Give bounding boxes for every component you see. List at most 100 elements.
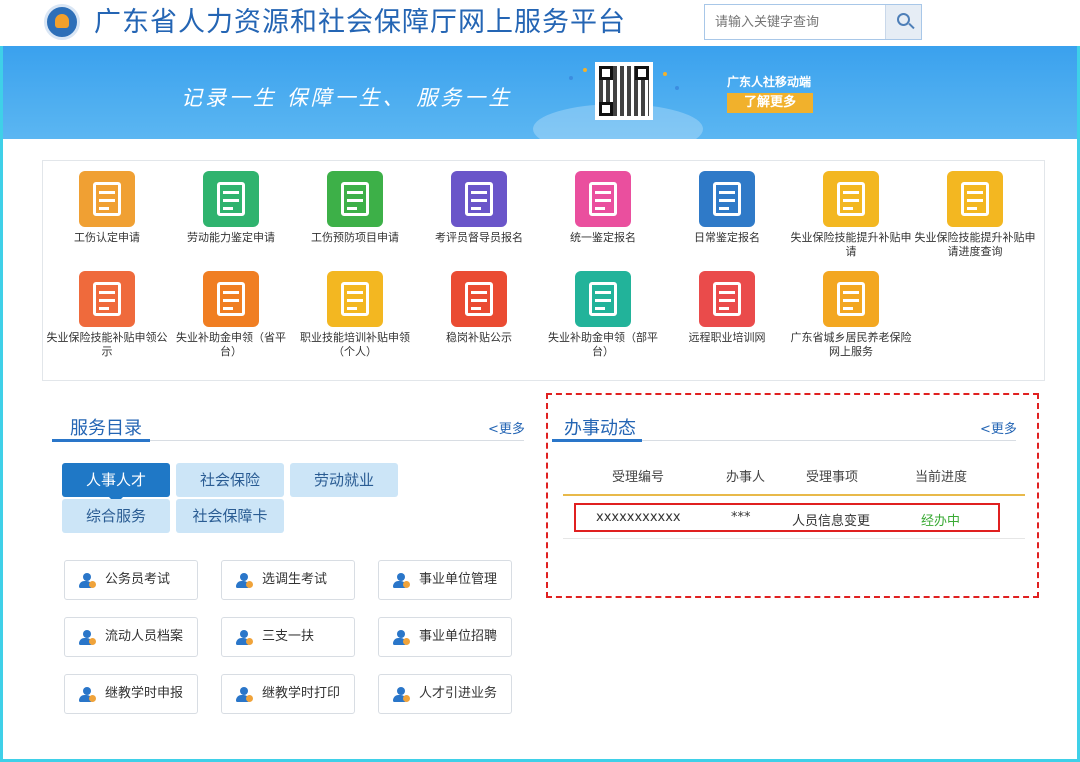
service-item[interactable]: 广东省城乡居民养老保险网上服务 [789, 271, 913, 359]
mobile-title: 广东人社移动端 [727, 75, 812, 89]
service-link-button[interactable]: 继教学时打印 [221, 674, 355, 714]
service-item[interactable]: 工伤认定申请 [45, 171, 169, 245]
service-item[interactable]: 统一鉴定报名 [541, 171, 665, 245]
service-item[interactable]: 劳动能力鉴定申请 [169, 171, 293, 245]
service-link-label: 事业单位管理 [419, 572, 498, 587]
service-link-label: 公务员考试 [105, 572, 171, 587]
directory-more-link[interactable]: <更多 [488, 418, 525, 437]
people-exchange-icon [203, 171, 259, 227]
tab-general-services[interactable]: 综合服务 [62, 499, 170, 533]
service-link-button[interactable]: 人才引进业务 [378, 674, 512, 714]
service-label: 远程职业培训网 [688, 331, 766, 344]
search-button[interactable] [885, 5, 921, 39]
tab-employment[interactable]: 劳动就业 [290, 463, 398, 497]
service-link-label: 事业单位招聘 [419, 629, 498, 644]
user-icon [236, 687, 253, 703]
service-label: 日常鉴定报名 [694, 231, 760, 244]
service-item[interactable]: 失业补助金申领（省平台） [169, 271, 293, 359]
service-link-label: 继教学时打印 [262, 686, 341, 701]
header: 广东省人力资源和社会保障厅网上服务平台 [0, 0, 1080, 46]
service-link-button[interactable]: 选调生考试 [221, 560, 355, 600]
column-header-status: 当前进度 [915, 470, 968, 485]
user-icon [393, 630, 410, 646]
banner: 记录一生 保障一生、 服务一生 广东人社移动端 了解更多 [3, 46, 1077, 139]
service-link-label: 继教学时申报 [105, 686, 184, 701]
certificate-icon [575, 171, 631, 227]
service-label: 稳岗补贴公示 [446, 331, 512, 344]
column-header-item: 受理事项 [806, 470, 859, 485]
service-item[interactable]: 日常鉴定报名 [665, 171, 789, 245]
service-label: 失业保险技能补贴申领公示 [46, 331, 168, 358]
banner-slogan: 记录一生 保障一生、 服务一生 [181, 86, 513, 110]
service-label: 考评员督导员报名 [435, 231, 523, 244]
checklist-icon [823, 171, 879, 227]
table-cell-number[interactable]: xxxxxxxxxxx [596, 510, 681, 525]
service-label: 失业补助金申领（省平台） [176, 331, 286, 358]
services-grid: 工伤认定申请 劳动能力鉴定申请 工伤预防项目申请 考评员督导员报名 统一鉴定报名 日常鉴定… [42, 160, 1045, 381]
service-link-label: 流动人员档案 [105, 629, 184, 644]
learn-more-button[interactable]: 了解更多 [727, 93, 813, 113]
user-icon [79, 573, 96, 589]
service-link-button[interactable]: 事业单位招聘 [378, 617, 512, 657]
service-item[interactable]: 稳岗补贴公示 [417, 271, 541, 345]
service-item[interactable]: 失业保险技能提升补贴申请 [789, 171, 913, 259]
search-box [704, 4, 922, 40]
service-label: 失业保险技能提升补贴申请进度查询 [914, 231, 1036, 258]
user-icon [79, 630, 96, 646]
service-link-label: 人才引进业务 [419, 686, 498, 701]
tab-personnel[interactable]: 人事人才 [62, 463, 170, 504]
service-item[interactable]: 工伤预防项目申请 [293, 171, 417, 245]
service-item[interactable]: 失业保险技能补贴申领公示 [45, 271, 169, 359]
service-label: 职业技能培训补贴申领（个人） [300, 331, 410, 358]
column-header-person: 办事人 [726, 470, 766, 485]
examiner-card-icon [451, 171, 507, 227]
table-cell-status: 经办中 [921, 514, 961, 529]
service-link-button[interactable]: 继教学时申报 [64, 674, 198, 714]
service-label: 劳动能力鉴定申请 [187, 231, 275, 244]
user-icon [393, 573, 410, 589]
injury-form-icon [79, 171, 135, 227]
search-input[interactable] [705, 5, 885, 39]
user-icon [236, 630, 253, 646]
dynamics-more-link[interactable]: <更多 [980, 418, 1017, 437]
table-cell-person: *** [731, 510, 751, 525]
service-label: 失业保险技能提升补贴申请 [790, 231, 912, 258]
service-link-button[interactable]: 流动人员档案 [64, 617, 198, 657]
service-label: 工伤预防项目申请 [311, 231, 399, 244]
service-link-button[interactable]: 事业单位管理 [378, 560, 512, 600]
service-item[interactable]: 失业补助金申领（部平台） [541, 271, 665, 359]
document-check-icon [947, 171, 1003, 227]
id-card-icon [699, 171, 755, 227]
tab-social-insurance[interactable]: 社会保险 [176, 463, 284, 497]
pension-icon [823, 271, 879, 327]
service-link-button[interactable]: 公务员考试 [64, 560, 198, 600]
column-header-number: 受理编号 [612, 470, 665, 485]
id-badge-icon [699, 271, 755, 327]
service-link-label: 选调生考试 [262, 572, 328, 587]
qr-code-icon [595, 62, 653, 120]
service-item[interactable]: 远程职业培训网 [665, 271, 789, 345]
service-label: 工伤认定申请 [74, 231, 140, 244]
stack-doc-icon [451, 271, 507, 327]
user-icon [393, 687, 410, 703]
service-item[interactable]: 考评员督导员报名 [417, 171, 541, 245]
dynamics-title: 办事动态 [564, 418, 636, 439]
service-link-button[interactable]: 三支一扶 [221, 617, 355, 657]
yuan-card-icon [575, 271, 631, 327]
service-label: 广东省城乡居民养老保险网上服务 [790, 331, 912, 358]
training-doc-icon [327, 271, 383, 327]
site-logo-icon[interactable] [44, 4, 80, 40]
directory-title: 服务目录 [70, 418, 142, 439]
tab-social-security-card[interactable]: 社会保障卡 [176, 499, 284, 533]
service-link-label: 三支一扶 [262, 629, 315, 644]
service-label: 失业补助金申领（部平台） [548, 331, 658, 358]
site-title: 广东省人力资源和社会保障厅网上服务平台 [94, 7, 626, 38]
service-item[interactable]: 职业技能培训补贴申领（个人） [293, 271, 417, 359]
subsidy-form-icon [203, 271, 259, 327]
service-item[interactable]: 失业保险技能提升补贴申请进度查询 [913, 171, 1037, 259]
table-cell-item: 人员信息变更 [792, 514, 871, 529]
user-icon [79, 687, 96, 703]
prevention-form-icon [327, 171, 383, 227]
service-label: 统一鉴定报名 [570, 231, 636, 244]
social-card-icon [79, 271, 135, 327]
